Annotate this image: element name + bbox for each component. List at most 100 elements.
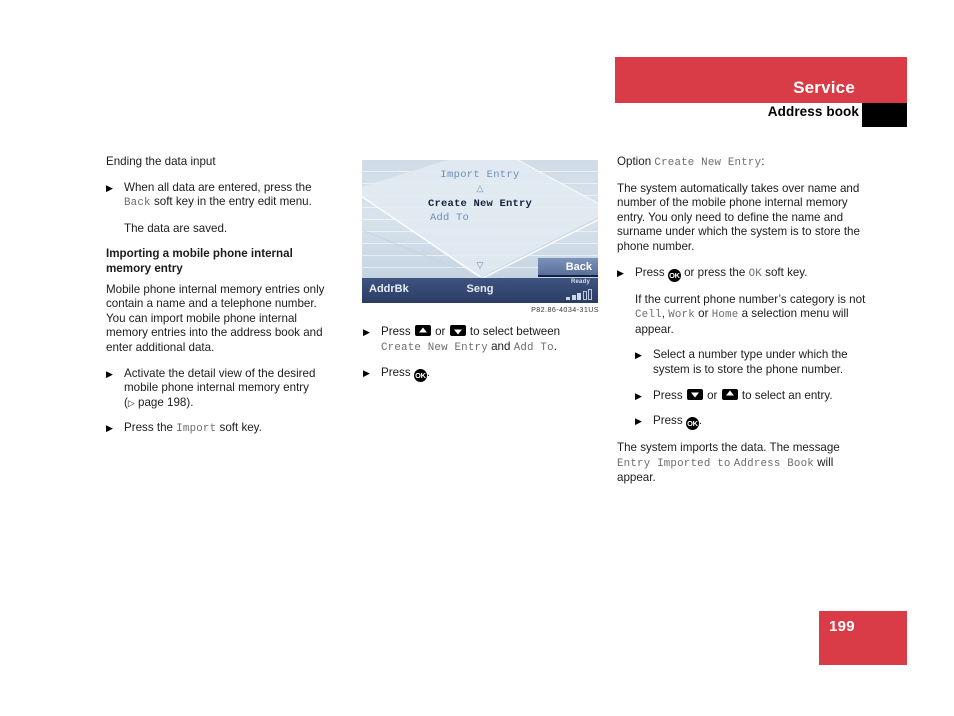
right-bullet3-text-a: Press bbox=[653, 388, 683, 402]
right-note-category: If the current phone number’s category i… bbox=[635, 293, 867, 338]
list-item-text: Press OK. bbox=[381, 366, 599, 383]
section-thumb-marker bbox=[862, 103, 907, 127]
page-ref-triangle-icon: ▷ bbox=[127, 397, 135, 408]
list-item: ▶ Activate the detail view of the desire… bbox=[106, 367, 338, 411]
bullet3-text-b: soft key. bbox=[219, 421, 262, 435]
mid-bullet1-or: or bbox=[435, 325, 446, 338]
list-item: ▶ Press or to select between Create New … bbox=[363, 325, 599, 355]
list-item: ▶ When all data are entered, press the B… bbox=[106, 181, 338, 211]
ok-button-icon: OK bbox=[685, 417, 699, 431]
down-arrow-key-icon bbox=[449, 325, 466, 336]
bullet-triangle-icon: ▶ bbox=[106, 368, 113, 379]
device-screenshot: Import Entry △ Create New Entry Add To ▽… bbox=[362, 160, 598, 303]
option-name: Create New Entry bbox=[654, 157, 762, 169]
section-title: Service bbox=[793, 78, 855, 97]
right-bullet3-text-b: to select an entry. bbox=[741, 388, 833, 402]
note-text-a: If the current phone number’s category i… bbox=[635, 292, 866, 306]
menu-name-add-to: Add To bbox=[513, 341, 554, 354]
system-message-line2: Address Book bbox=[733, 457, 814, 470]
left-note-saved: The data are saved. bbox=[124, 221, 228, 235]
mid-bullet1-text-a: Press bbox=[381, 325, 411, 338]
mid-bullet2-period: . bbox=[426, 366, 431, 380]
list-item: ▶ Press OK. bbox=[363, 366, 599, 383]
screen-status-bar: AddrBk Seng Ready bbox=[362, 278, 598, 303]
signal-strength-icon bbox=[566, 289, 592, 300]
bullet-triangle-icon: ▶ bbox=[635, 390, 642, 401]
right-column: Option Create New Entry: The system auto… bbox=[617, 155, 867, 497]
subsection-title: Address book bbox=[767, 104, 859, 119]
note-comma: , bbox=[661, 307, 665, 321]
mid-bullet1-and: and bbox=[491, 339, 511, 353]
bullet-triangle-icon: ▶ bbox=[363, 327, 370, 337]
bullet3-text-a: Press the bbox=[124, 421, 173, 435]
manual-page: Service Address book Ending the data inp… bbox=[0, 0, 954, 716]
list-item-text: Select a number type under which the sys… bbox=[653, 348, 848, 376]
bullet1-text-b: soft key in the entry edit menu. bbox=[153, 195, 312, 209]
left-heading-plain: Ending the data input bbox=[106, 155, 216, 168]
bullet1-text-a: When all data are entered, press the bbox=[124, 180, 312, 194]
category-name-home: Home bbox=[711, 309, 739, 322]
list-item-text: When all data are entered, press the Bac… bbox=[124, 181, 338, 211]
menu-option-add-to[interactable]: Add To bbox=[430, 212, 469, 224]
right-bullet1-text-c: soft key. bbox=[765, 265, 808, 279]
left-heading-bold: Importing a mobile phone internal memory… bbox=[106, 247, 293, 275]
softkey-name-back: Back bbox=[124, 197, 151, 210]
ok-button-icon: OK bbox=[413, 369, 427, 383]
system-message-line1: Entry Imported to bbox=[617, 457, 731, 470]
option-label: Option bbox=[617, 155, 652, 168]
list-item-text: Press the Import soft key. bbox=[124, 421, 338, 437]
category-name-cell: Cell bbox=[635, 309, 662, 322]
right-closing-paragraph: The system imports the data. The message… bbox=[617, 441, 867, 486]
option-colon: : bbox=[761, 155, 765, 168]
right-bullet4-period: . bbox=[698, 414, 703, 428]
softkey-name-ok: OK bbox=[748, 267, 762, 280]
list-item: ▶ Press or to select an entry. bbox=[635, 388, 867, 404]
header-accent-bar: Service bbox=[615, 57, 907, 103]
left-column: Ending the data input ▶ When all data ar… bbox=[106, 155, 338, 448]
menu-name-create-new-entry: Create New Entry bbox=[381, 341, 488, 354]
list-item: ▶ Press OK or press the OK soft key. bbox=[617, 266, 867, 282]
left-paragraph-1: Mobile phone internal memory entries onl… bbox=[106, 282, 325, 354]
mid-bullet1-period: . bbox=[553, 339, 557, 353]
mid-column: ▶ Press or to select between Create New … bbox=[363, 325, 599, 393]
up-arrow-key-icon bbox=[721, 388, 738, 400]
list-item: ▶ Press the Import soft key. bbox=[106, 421, 338, 437]
bullet2-text-a: Activate the detail view of the desired … bbox=[124, 366, 316, 395]
page-number-box: 199 bbox=[819, 611, 907, 665]
bullet-triangle-icon: ▶ bbox=[617, 267, 624, 278]
right-bullet4-text-a: Press bbox=[653, 414, 683, 428]
device-screen: Import Entry △ Create New Entry Add To ▽… bbox=[362, 160, 598, 303]
figure-caption: P82.86-4034-31US bbox=[531, 305, 599, 314]
page-number: 199 bbox=[829, 618, 855, 635]
screen-title: Import Entry bbox=[440, 169, 520, 181]
up-arrow-key-icon bbox=[414, 325, 431, 336]
bullet-triangle-icon: ▶ bbox=[635, 350, 642, 361]
screen-softkey-back[interactable]: Back bbox=[538, 258, 598, 277]
bullet-triangle-icon: ▶ bbox=[106, 182, 113, 193]
right-bullet1-text-b: or press the bbox=[684, 265, 746, 279]
list-item-text: Activate the detail view of the desired … bbox=[124, 367, 338, 411]
mid-bullet1-text-b: to select between bbox=[469, 325, 561, 338]
softkey-name-import: Import bbox=[176, 423, 217, 436]
right-bullet3-or: or bbox=[707, 388, 718, 402]
list-item: ▶ Press OK. bbox=[635, 414, 867, 431]
right-paragraph-1: The system automatically takes over name… bbox=[617, 181, 860, 253]
list-item-text: Press or to select between Create New En… bbox=[381, 325, 599, 355]
list-item: ▶ Select a number type under which the s… bbox=[635, 348, 867, 377]
menu-option-create-new-entry[interactable]: Create New Entry bbox=[362, 198, 598, 210]
mid-bullet2-text-a: Press bbox=[381, 366, 411, 380]
status-ready-label: Ready bbox=[570, 279, 590, 285]
list-item-text: Press OK. bbox=[653, 414, 867, 431]
bullet-triangle-icon: ▶ bbox=[635, 416, 642, 427]
down-arrow-key-icon bbox=[686, 388, 703, 400]
right-bullet1-text-a: Press bbox=[635, 265, 665, 279]
closing-text-a: The system imports the data. The message bbox=[617, 441, 840, 455]
ok-button-icon: OK bbox=[667, 268, 681, 282]
note-or: or bbox=[698, 307, 709, 321]
list-item-text: Press OK or press the OK soft key. bbox=[635, 266, 867, 282]
scroll-up-icon: △ bbox=[476, 183, 484, 193]
bullet-triangle-icon: ▶ bbox=[106, 423, 113, 434]
bullet2-ref-text: page 198). bbox=[134, 395, 194, 409]
category-name-work: Work bbox=[668, 309, 695, 322]
status-entry-name: Seng bbox=[466, 283, 494, 295]
